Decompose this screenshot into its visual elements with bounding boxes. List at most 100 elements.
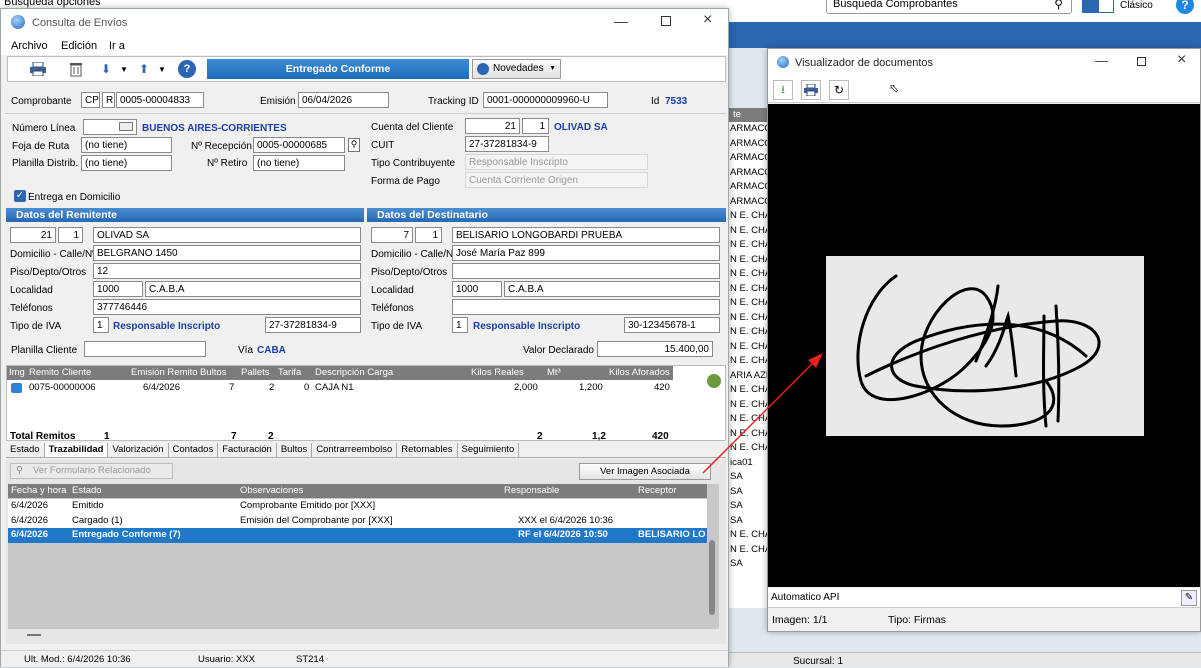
background-list-item[interactable]: N E. CHA <box>729 238 768 253</box>
remitente-localidad-field[interactable]: C.A.B.A <box>145 281 361 297</box>
maximize-button[interactable] <box>661 16 671 26</box>
tab-retornables[interactable]: Retornables <box>397 443 458 457</box>
background-list-item[interactable]: SA <box>729 514 768 529</box>
viewer-titlebar[interactable]: Visualizador de documentos — × <box>768 49 1200 77</box>
tracking-field[interactable]: 0001-000000009960-U <box>483 92 608 108</box>
cuenta-sub-field[interactable]: 1 <box>522 118 549 134</box>
remitente-name-field[interactable]: OLIVAD SA <box>93 227 361 243</box>
help-circle-icon[interactable]: ? <box>178 60 196 78</box>
comprobante-numero-field[interactable]: 0005-00004833 <box>116 92 204 108</box>
chevron-down-icon[interactable]: ▼ <box>152 59 172 79</box>
edit-icon[interactable]: ✎ <box>1181 590 1197 606</box>
busqueda-comprobantes-input[interactable]: Busqueda Comprobantes ⚲ <box>826 0 1072 14</box>
destinatario-num-field[interactable]: 7 <box>371 227 413 243</box>
ver-imagen-button[interactable]: Ver Imagen Asociada <box>579 463 711 480</box>
forma-pago-select[interactable]: Cuenta Corriente Origen <box>465 172 648 188</box>
background-list-item[interactable]: ica01 <box>729 456 768 471</box>
tab-facturacion[interactable]: Facturación <box>218 443 277 457</box>
close-button[interactable]: × <box>1177 51 1186 69</box>
foja-field[interactable]: (no tiene) <box>81 137 172 153</box>
tab-bultos[interactable]: Bultos <box>277 443 313 457</box>
retiro-field[interactable]: (no tiene) <box>253 155 345 171</box>
destinatario-domicilio-field[interactable]: José María Paz 899 <box>452 245 720 261</box>
vertical-scrollbar[interactable] <box>709 540 715 615</box>
trazabilidad-row[interactable]: 6/4/2026 Entregado Conforme (7) RF el 6/4/… <box>8 528 707 543</box>
background-list-item[interactable]: N E. CHA <box>729 325 768 340</box>
rotate-icon[interactable]: ↻ <box>829 80 849 100</box>
remitente-sub-field[interactable]: 1 <box>58 227 83 243</box>
arrow-up-icon[interactable]: ⬆ <box>134 59 154 79</box>
numero-linea-field[interactable] <box>83 119 137 135</box>
background-list-item[interactable]: SA <box>729 557 768 572</box>
background-list-item[interactable]: N E. CHA <box>729 528 768 543</box>
destinatario-tel-field[interactable] <box>452 299 720 315</box>
remitente-cp-field[interactable]: 1000 <box>93 281 143 297</box>
novedades-dropdown[interactable]: Novedades ▼ <box>472 59 561 79</box>
cuenta-num-field[interactable]: 21 <box>465 118 520 134</box>
menu-ir-a[interactable]: Ir a <box>109 40 125 52</box>
destinatario-localidad-field[interactable]: C.A.B.A <box>504 281 720 297</box>
minimize-button[interactable]: — <box>1095 53 1108 68</box>
chevron-down-icon[interactable]: ▼ <box>114 59 134 79</box>
background-list-item[interactable]: N E. CHA <box>729 383 768 398</box>
background-list-item[interactable]: ARMACC <box>729 180 768 195</box>
maximize-button[interactable] <box>1137 57 1146 66</box>
tab-trazabilidad[interactable]: Trazabilidad <box>44 443 109 457</box>
remitente-num-field[interactable]: 21 <box>10 227 56 243</box>
download-icon[interactable]: ⭳ <box>773 80 793 100</box>
image-icon[interactable] <box>11 383 22 393</box>
valor-declarado-field[interactable]: 15.400,00 <box>597 341 713 357</box>
arrow-down-icon[interactable]: ⬇ <box>96 59 116 79</box>
comprobante-cp-field[interactable]: CP <box>81 92 100 108</box>
emision-field[interactable]: 06/04/2026 <box>298 92 389 108</box>
background-list-item[interactable]: SA <box>729 485 768 500</box>
tab-valorizacion[interactable]: Valorización <box>108 443 169 457</box>
background-list-item[interactable]: N E. CHA <box>729 354 768 369</box>
search-icon[interactable]: ⚲ <box>1054 0 1063 11</box>
remitos-row[interactable]: 0075-00000006 6/4/2026 7 2 0 CAJA N1 2,0… <box>7 381 673 396</box>
background-list-item[interactable]: N E. CHA <box>729 543 768 558</box>
remitente-iva-code-field[interactable]: 1 <box>93 317 109 333</box>
entrega-domicilio-checkbox[interactable]: ✓ <box>14 190 26 202</box>
tab-estado[interactable]: Estado <box>6 443 45 457</box>
background-list-item[interactable]: N E. CHA <box>729 209 768 224</box>
background-list-item[interactable]: ARMACC <box>729 122 768 137</box>
view-toggle[interactable] <box>1082 0 1114 13</box>
background-list-item[interactable]: N E. CHA <box>729 427 768 442</box>
ver-formulario-button[interactable]: ⚲ Ver Formulario Relacionado <box>10 463 173 479</box>
destinatario-cp-field[interactable]: 1000 <box>452 281 502 297</box>
minimize-button[interactable]: — <box>614 13 628 29</box>
remitente-piso-field[interactable]: 12 <box>93 263 361 279</box>
background-list-item[interactable]: N E. CHA <box>729 441 768 456</box>
background-list-item[interactable]: N E. CHA <box>729 224 768 239</box>
destinatario-sub-field[interactable]: 1 <box>415 227 442 243</box>
background-list-item[interactable]: N E. CHA <box>729 282 768 297</box>
window-titlebar[interactable]: Consulta de Envíos — × <box>1 9 728 37</box>
trazabilidad-row[interactable]: 6/4/2026 Emitido Comprobante Emitido por [… <box>8 499 707 514</box>
tab-seguimiento[interactable]: Seguimiento <box>458 443 520 457</box>
background-list-item[interactable]: N E. CHA <box>729 296 768 311</box>
background-list-item[interactable]: ARMACC <box>729 137 768 152</box>
background-list-item[interactable]: ARMACC <box>729 195 768 210</box>
cuit-field[interactable]: 27-37281834-9 <box>465 136 549 152</box>
tab-contados[interactable]: Contados <box>169 443 219 457</box>
background-list-item[interactable]: N E. CHA <box>729 398 768 413</box>
background-list-item[interactable]: N E. CHA <box>729 412 768 427</box>
destinatario-piso-field[interactable] <box>452 263 720 279</box>
recepcion-field[interactable]: 0005-00000685 <box>253 137 345 153</box>
tipo-contribuyente-select[interactable]: Responsable Inscripto <box>465 154 648 170</box>
close-button[interactable]: × <box>703 11 712 29</box>
remitente-domicilio-field[interactable]: BELGRANO 1450 <box>93 245 361 261</box>
background-list-item[interactable]: N E. CHA <box>729 253 768 268</box>
background-list-item[interactable]: ARMACC <box>729 151 768 166</box>
trash-icon[interactable] <box>66 59 86 79</box>
search-document-icon[interactable]: ⚲ <box>348 138 360 152</box>
print-icon[interactable] <box>801 80 821 100</box>
background-list-item[interactable]: SA <box>729 470 768 485</box>
tab-contrarreembolso[interactable]: Contrarreembolso <box>312 443 398 457</box>
menu-archivo[interactable]: Archivo <box>11 40 48 52</box>
print-icon[interactable] <box>28 59 48 79</box>
comprobante-letra-field[interactable]: R <box>102 92 115 108</box>
background-list-item[interactable]: N E. CHA <box>729 340 768 355</box>
destinatario-cuit-field[interactable]: 30-12345678-1 <box>624 317 720 333</box>
